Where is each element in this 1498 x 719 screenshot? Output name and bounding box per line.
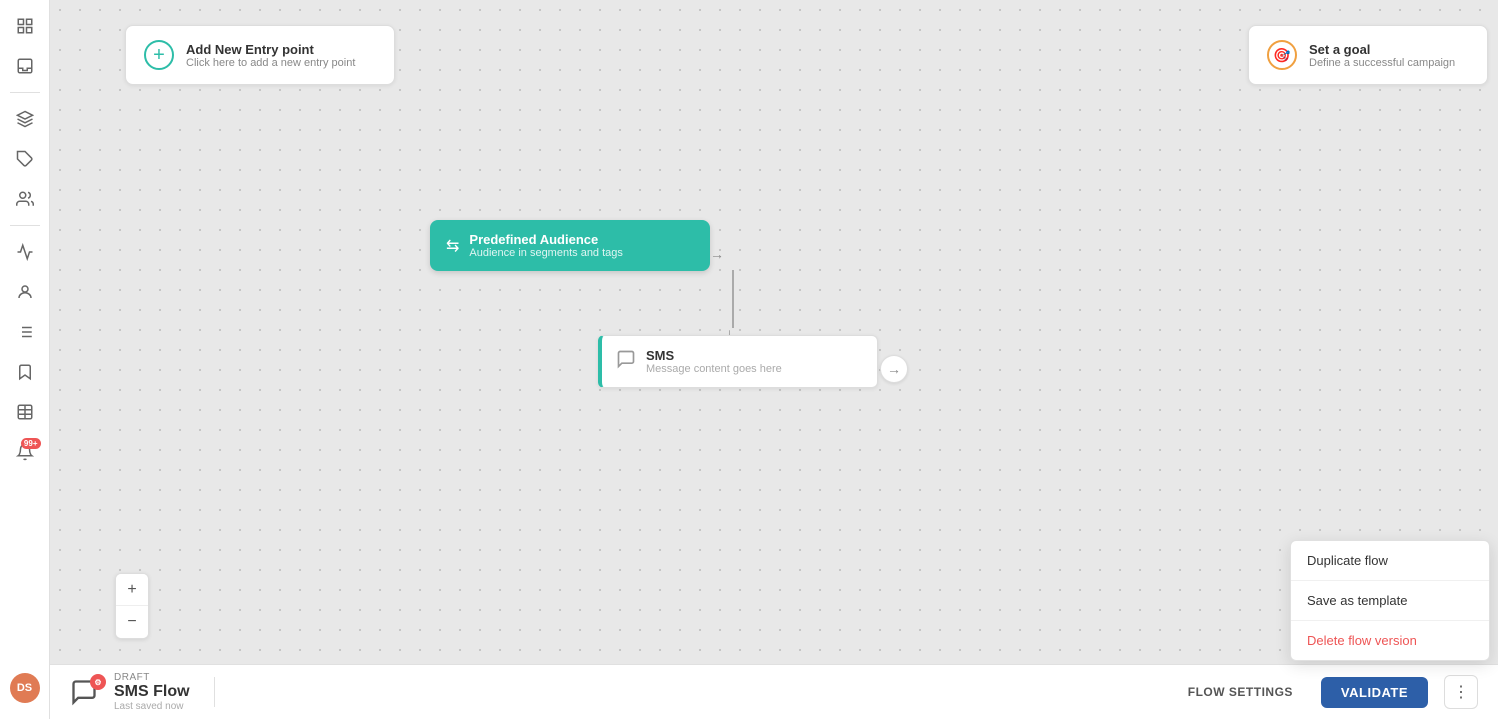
add-entry-plus-icon: + (144, 40, 174, 70)
flow-saved-label: Last saved now (114, 701, 190, 712)
flow-settings-dot: ⚙ (90, 674, 106, 690)
connector-line (732, 270, 734, 328)
sidebar-item-list[interactable] (5, 314, 45, 350)
bottom-bar-divider (214, 677, 215, 707)
audience-node-title: Predefined Audience (469, 232, 623, 247)
validate-button[interactable]: VALIDATE (1321, 677, 1428, 708)
goal-icon: 🎯 (1267, 40, 1297, 70)
dropdown-item-save-template[interactable]: Save as template (1291, 581, 1489, 621)
sms-node[interactable]: SMS Message content goes here (598, 335, 878, 388)
sidebar-item-grid[interactable] (5, 8, 45, 44)
audience-icon: ⇆ (446, 236, 459, 256)
sms-node-subtitle: Message content goes here (646, 363, 782, 375)
sidebar-item-users[interactable] (5, 181, 45, 217)
add-entry-card[interactable]: + Add New Entry point Click here to add … (125, 25, 395, 85)
add-entry-subtitle: Click here to add a new entry point (186, 57, 355, 69)
sms-node-title: SMS (646, 348, 782, 363)
flow-name: SMS Flow (114, 683, 190, 701)
flow-icon-box: ⚙ (70, 678, 98, 706)
set-goal-card[interactable]: 🎯 Set a goal Define a successful campaig… (1248, 25, 1488, 85)
set-goal-title: Set a goal (1309, 42, 1455, 57)
zoom-controls: + − (115, 573, 149, 639)
notification-bell[interactable]: 99+ (5, 434, 45, 470)
flow-settings-button[interactable]: FLOW SETTINGS (1176, 679, 1305, 705)
flow-info: DRAFT SMS Flow Last saved now (114, 672, 190, 712)
sidebar-item-layers[interactable] (5, 101, 45, 137)
dropdown-item-delete[interactable]: Delete flow version (1291, 621, 1489, 660)
dropdown-item-duplicate[interactable]: Duplicate flow (1291, 541, 1489, 581)
canvas-area: + Add New Entry point Click here to add … (50, 0, 1498, 719)
audience-node[interactable]: ⇆ Predefined Audience Audience in segmen… (430, 220, 710, 271)
bottom-bar: ⚙ DRAFT SMS Flow Last saved now FLOW SET… (50, 664, 1498, 719)
audience-node-subtitle: Audience in segments and tags (469, 247, 623, 259)
sidebar-divider (10, 92, 40, 93)
sms-icon (616, 349, 636, 374)
sidebar-item-chart[interactable] (5, 234, 45, 270)
set-goal-subtitle: Define a successful campaign (1309, 57, 1455, 69)
zoom-in-button[interactable]: + (116, 574, 148, 606)
notification-count: 99+ (21, 438, 41, 449)
sidebar-item-inbox[interactable] (5, 48, 45, 84)
zoom-out-button[interactable]: − (116, 606, 148, 638)
more-options-button[interactable]: ⋮ (1444, 675, 1478, 709)
dropdown-menu: Duplicate flow Save as template Delete f… (1290, 540, 1490, 661)
sidebar-item-people[interactable] (5, 274, 45, 310)
sms-next-arrow[interactable]: → (880, 355, 908, 383)
sidebar-divider-2 (10, 225, 40, 226)
add-entry-title: Add New Entry point (186, 42, 355, 57)
sidebar-item-table[interactable] (5, 394, 45, 430)
sidebar: 99+ DS (0, 0, 50, 719)
sidebar-item-tag[interactable] (5, 141, 45, 177)
draft-label: DRAFT (114, 672, 190, 683)
user-avatar[interactable]: DS (10, 673, 40, 703)
sidebar-item-bookmark[interactable] (5, 354, 45, 390)
audience-right-arrow: → (710, 246, 724, 262)
